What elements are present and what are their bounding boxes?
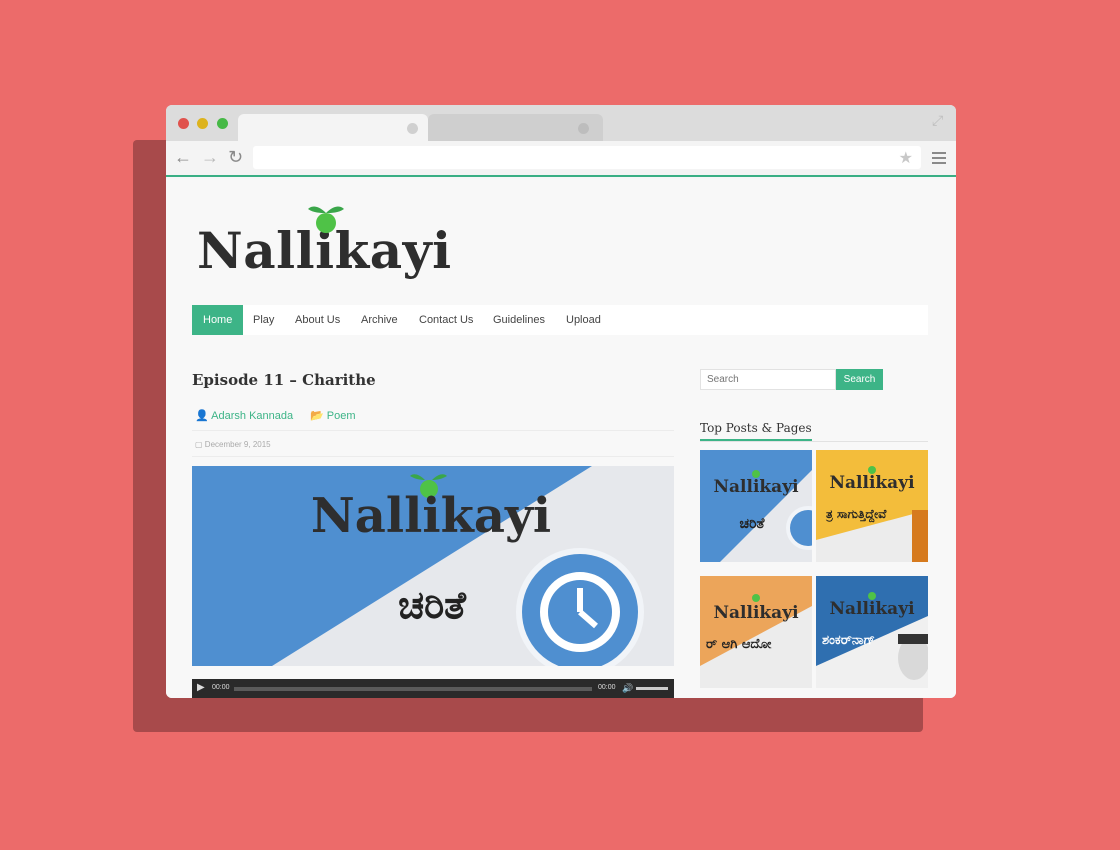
logo-fruit-icon bbox=[308, 206, 344, 233]
back-icon[interactable]: ← bbox=[174, 147, 192, 167]
featured-logo-text: Nallikayi bbox=[311, 488, 551, 544]
volume-icon[interactable]: 🔊 bbox=[622, 683, 633, 694]
browser-menu-icon[interactable] bbox=[932, 152, 946, 167]
nav-item-upload[interactable]: Upload bbox=[566, 305, 601, 335]
close-window-button[interactable] bbox=[178, 118, 189, 129]
browser-tab-active[interactable] bbox=[238, 114, 428, 141]
post-featured-image: Nallikayi ಚರಿತೆ bbox=[192, 466, 674, 666]
post-date-text: December 9, 2015 bbox=[204, 440, 271, 449]
nav-item-guidelines[interactable]: Guidelines bbox=[493, 305, 545, 335]
calendar-icon: ▢ bbox=[195, 440, 203, 449]
volume-slider[interactable] bbox=[636, 687, 668, 690]
browser-window: ⤢ ← → ↻ ★ Nallikayi Home Play About Us A… bbox=[166, 105, 956, 698]
bookmark-star-icon[interactable]: ★ bbox=[899, 148, 913, 168]
audio-player: ▶ 00:00 00:00 🔊 bbox=[192, 679, 674, 698]
browser-toolbar: ← → ↻ ★ bbox=[166, 141, 956, 177]
audio-current-time: 00:00 bbox=[212, 684, 230, 691]
fullscreen-icon[interactable]: ⤢ bbox=[932, 112, 948, 128]
thumb-logo-text: Nallikayi bbox=[829, 599, 915, 619]
post-author[interactable]: 👤 Adarsh Kannada bbox=[195, 409, 293, 422]
thumb-caption: ತ್ರ ಸಾಗುತ್ತಿದ್ದೇವೆ bbox=[825, 507, 887, 523]
thumb-logo-text: Nallikayi bbox=[713, 603, 799, 623]
search-input[interactable] bbox=[700, 369, 836, 390]
divider bbox=[192, 456, 674, 457]
main-navigation: Home Play About Us Archive Contact Us Gu… bbox=[192, 305, 928, 335]
top-post-thumb[interactable]: Nallikayi ಚರಿತೆ bbox=[700, 450, 812, 562]
search-button[interactable]: Search bbox=[836, 369, 883, 390]
post-author-name: Adarsh Kannada bbox=[211, 410, 294, 422]
sidebar: Search Top Posts & Pages Nallikayi ಚರಿತೆ bbox=[700, 339, 930, 698]
thumb-caption: ಶಂಕರ್‌ನಾಗ್ bbox=[822, 633, 875, 648]
folder-icon: 📂 bbox=[310, 410, 324, 422]
forward-icon[interactable]: → bbox=[201, 147, 219, 167]
featured-caption: ಚರಿತೆ bbox=[398, 583, 467, 627]
nav-item-contact-us[interactable]: Contact Us bbox=[419, 305, 473, 335]
tab-close-icon[interactable] bbox=[407, 123, 418, 134]
nav-item-play[interactable]: Play bbox=[253, 305, 274, 335]
reload-icon[interactable]: ↻ bbox=[228, 147, 243, 167]
post-category[interactable]: 📂 Poem bbox=[310, 409, 356, 422]
minimize-window-button[interactable] bbox=[197, 118, 208, 129]
post-category-name: Poem bbox=[326, 410, 356, 422]
tab-bar: ⤢ bbox=[166, 105, 956, 141]
address-bar[interactable]: ★ bbox=[253, 146, 921, 169]
top-posts-title: Top Posts & Pages bbox=[700, 421, 812, 441]
play-icon[interactable]: ▶ bbox=[197, 682, 205, 693]
thumb-caption: ಚರಿತೆ bbox=[740, 516, 765, 532]
top-post-thumb[interactable]: Nallikayi ಶಂಕರ್‌ನಾಗ್ bbox=[816, 576, 928, 688]
thumb-caption: ರ್ ಆಗಿ ಆದೋ bbox=[706, 637, 772, 652]
nav-item-archive[interactable]: Archive bbox=[361, 305, 398, 335]
divider bbox=[192, 430, 674, 431]
post-date: ▢ December 9, 2015 bbox=[195, 440, 271, 449]
audio-progress-bar[interactable] bbox=[234, 687, 592, 691]
nav-item-about-us[interactable]: About Us bbox=[295, 305, 340, 335]
thumb-logo-text: Nallikayi bbox=[829, 473, 915, 493]
browser-tab[interactable] bbox=[428, 114, 603, 141]
maximize-window-button[interactable] bbox=[217, 118, 228, 129]
thumb-logo-text: Nallikayi bbox=[713, 477, 799, 497]
tab-close-icon[interactable] bbox=[578, 123, 589, 134]
top-post-thumb[interactable]: Nallikayi ರ್ ಆಗಿ ಆದೋ bbox=[700, 576, 812, 688]
user-icon: 👤 bbox=[195, 410, 209, 422]
post-content: Episode 11 – Charithe 👤 Adarsh Kannada 📂… bbox=[192, 339, 674, 698]
audio-duration: 00:00 bbox=[598, 684, 616, 691]
divider bbox=[700, 441, 928, 442]
web-page: Nallikayi Home Play About Us Archive Con… bbox=[166, 179, 956, 698]
top-post-thumb[interactable]: Nallikayi ತ್ರ ಸಾಗುತ್ತಿದ್ದೇವೆ bbox=[816, 450, 928, 562]
post-title[interactable]: Episode 11 – Charithe bbox=[192, 371, 376, 389]
nav-item-home[interactable]: Home bbox=[192, 305, 244, 335]
